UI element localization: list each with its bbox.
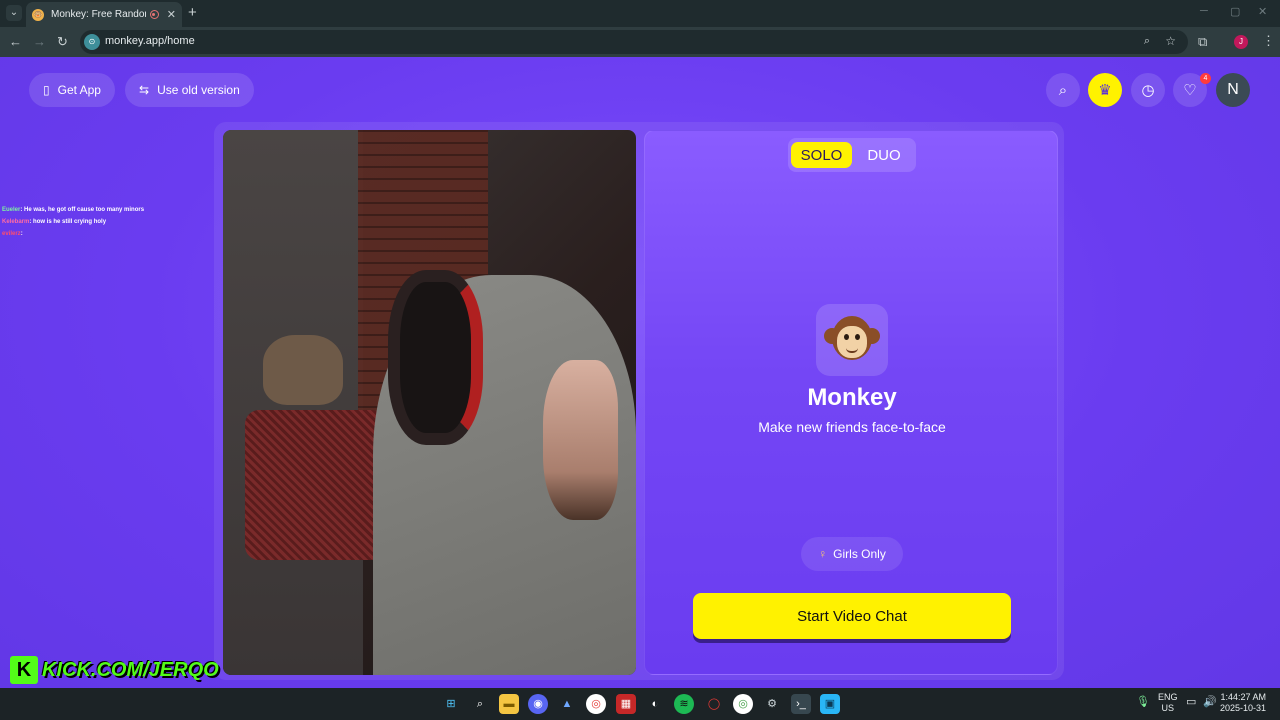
minimize-icon[interactable]: ─: [1200, 5, 1208, 17]
duo-tab[interactable]: DUO: [854, 142, 914, 168]
file-explorer-icon[interactable]: ▬: [499, 694, 519, 714]
video-person-face: [543, 360, 618, 520]
brand-tagline: Make new friends face-to-face: [758, 419, 946, 435]
maximize-icon[interactable]: ▢: [1230, 5, 1240, 18]
profile-avatar[interactable]: J: [1234, 35, 1248, 49]
language-region: US: [1161, 703, 1175, 713]
girls-only-label: Girls Only: [833, 547, 886, 561]
crown-icon: ♛: [1098, 82, 1112, 99]
microphone-icon[interactable]: 🎙: [1136, 697, 1150, 708]
brand-name: Monkey: [807, 384, 897, 411]
premium-button[interactable]: ♛: [1088, 73, 1122, 107]
clock-icon: ◷: [1141, 82, 1155, 99]
girls-only-filter[interactable]: ♀ Girls Only: [801, 537, 903, 571]
use-old-version-button[interactable]: ⇆ Use old version: [125, 73, 254, 107]
kick-watermark: K KICK.COM/JERQO: [10, 656, 219, 684]
windows-start-icon[interactable]: ⊞: [441, 694, 461, 714]
video-headset: [388, 270, 483, 445]
browser-toolbar: ← → ↻ ⊙ monkey.app/home ⌕ ☆: [0, 27, 1280, 57]
chat-heart-icon: ♡: [1183, 82, 1197, 99]
language-code: ENG: [1158, 692, 1178, 702]
browser-tab[interactable]: 🐵 Monkey: Free Random Vide ✕: [26, 2, 182, 27]
solo-tab[interactable]: SOLO: [791, 142, 852, 168]
zoom-icon[interactable]: ⌕: [1144, 35, 1150, 48]
messages-badge: 4: [1200, 73, 1211, 84]
back-icon[interactable]: ←: [9, 34, 22, 49]
forward-icon[interactable]: →: [33, 34, 46, 49]
site-info-icon[interactable]: ⊙: [84, 34, 100, 50]
chat-line: evilerz:: [2, 231, 23, 237]
get-app-button[interactable]: ▯ Get App: [29, 73, 115, 107]
chrome-icon[interactable]: ◎: [586, 694, 606, 714]
local-video-feed: [223, 130, 636, 675]
chat-line: Kelebarm: how is he still crying holy: [2, 219, 107, 225]
network-icon[interactable]: ▭: [1186, 697, 1196, 708]
match-panel: SOLO DUO Monkey Make new friends face-to…: [644, 130, 1058, 675]
browser-menu-icon[interactable]: ⋮: [1262, 33, 1275, 49]
monkey-favicon-icon: 🐵: [32, 8, 44, 21]
new-tab-button[interactable]: +: [188, 4, 197, 21]
discord-icon[interactable]: ◉: [528, 694, 548, 714]
old-version-label: Use old version: [157, 83, 240, 97]
obs-icon[interactable]: ◐: [645, 694, 665, 714]
chat-line: Eueler: He was, he got off cause too man…: [2, 207, 145, 213]
streaming-app-icon[interactable]: ▦: [616, 694, 636, 714]
search-icon: ⌕: [1058, 81, 1068, 99]
close-window-icon[interactable]: ✕: [1258, 5, 1267, 18]
sliders-icon: ⇆: [139, 83, 150, 97]
video-dog: [263, 335, 343, 405]
video-chair: [245, 410, 385, 560]
girl-icon: ♀: [818, 547, 828, 561]
monkey-face-icon: [824, 312, 880, 368]
volume-icon[interactable]: 🔊: [1203, 697, 1217, 708]
terminal-icon[interactable]: ›_: [791, 694, 811, 714]
search-icon[interactable]: ⌕: [470, 694, 490, 714]
url-text[interactable]: monkey.app/home: [105, 35, 195, 47]
monkey-page: ▯ Get App ⇆ Use old version ⌕ ♛ ◷ ♡ 4 N …: [0, 57, 1280, 688]
chrome-profile-icon[interactable]: ◎: [733, 694, 753, 714]
recording-icon: [149, 10, 159, 19]
tab-title: Monkey: Free Random Vide: [51, 9, 146, 20]
reload-icon[interactable]: ↻: [57, 34, 68, 50]
kick-url: KICK.COM/JERQO: [42, 658, 219, 681]
bookmark-star-icon[interactable]: ☆: [1165, 34, 1176, 48]
history-button[interactable]: ◷: [1131, 73, 1165, 107]
app-icon[interactable]: ▲: [557, 694, 577, 714]
tab-search-icon[interactable]: ⌄: [6, 5, 22, 21]
app-window-icon[interactable]: ▣: [820, 694, 840, 714]
tab-close-icon[interactable]: ✕: [167, 8, 176, 21]
browser-tab-strip: ⌄ 🐵 Monkey: Free Random Vide ✕ + ─ ▢ ✕: [0, 0, 1280, 27]
clock-time: 1:44:27 AM: [1220, 692, 1267, 702]
language-indicator[interactable]: ENG US: [1158, 692, 1178, 714]
mode-toggle: SOLO DUO: [788, 138, 916, 172]
stream-chat-overlay: Eueler: He was, he got off cause too man…: [2, 204, 144, 240]
get-app-label: Get App: [57, 83, 101, 97]
start-video-chat-button[interactable]: Start Video Chat: [693, 593, 1011, 639]
user-avatar[interactable]: N: [1216, 73, 1250, 107]
taskbar: ⊞ ⌕ ▬ ◉ ▲ ◎ ▦ ◐ ≋ ◯ ◎ ⚙ ›_ ▣ 🎙 ENG US ▭ …: [0, 688, 1280, 720]
address-bar[interactable]: ⊙ monkey.app/home ⌕ ☆: [80, 30, 1188, 54]
opera-icon[interactable]: ◯: [704, 694, 724, 714]
kick-logo-icon: K: [10, 656, 38, 684]
monkey-logo: [816, 304, 888, 376]
steam-icon[interactable]: ⚙: [762, 694, 782, 714]
clock-date: 2025-10-31: [1220, 703, 1267, 713]
spotify-icon[interactable]: ≋: [674, 694, 694, 714]
phone-icon: ▯: [43, 83, 50, 97]
clock[interactable]: 1:44:27 AM 2025-10-31: [1220, 692, 1266, 714]
extensions-icon[interactable]: ⧉: [1198, 34, 1207, 50]
search-button[interactable]: ⌕: [1046, 73, 1080, 107]
